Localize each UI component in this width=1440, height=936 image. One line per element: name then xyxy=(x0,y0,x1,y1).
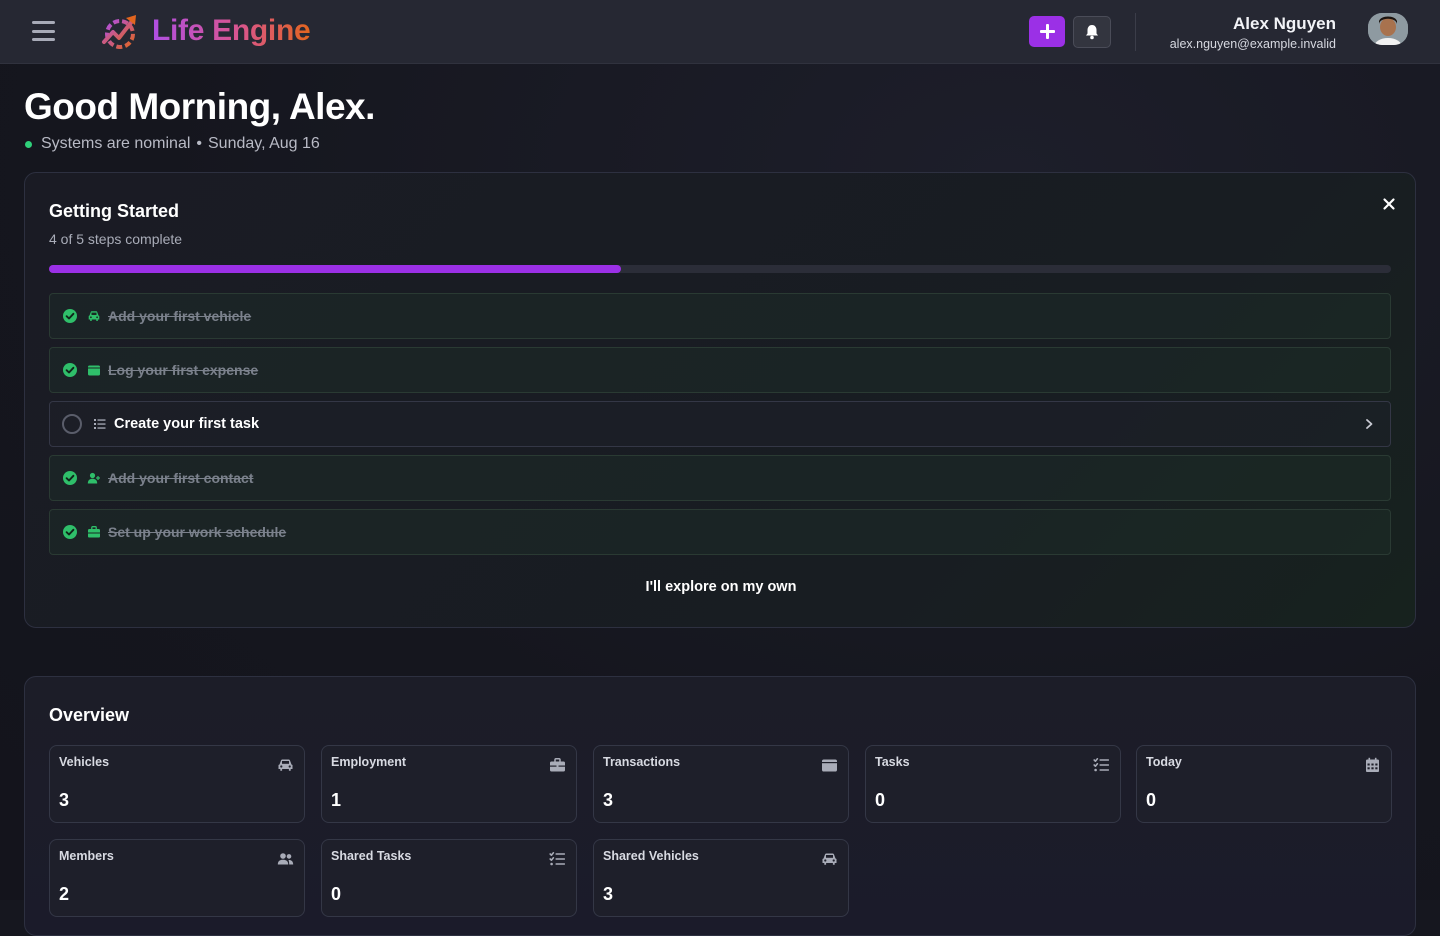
overview-card: Overview Vehicles 3 Employment 1 Transac… xyxy=(24,676,1416,936)
status-dot-icon xyxy=(25,140,32,148)
brand-name: Life Engine xyxy=(152,14,311,47)
top-bar: Life Engine Alex Nguyen alex.nguyen@exam… xyxy=(0,0,1440,64)
bell-icon xyxy=(1086,25,1098,40)
stat-value: 0 xyxy=(1146,790,1157,810)
step-label: Log your first expense xyxy=(108,362,259,378)
step-label: Add your first vehicle xyxy=(108,308,252,324)
stat-tasks[interactable]: Tasks 0 xyxy=(865,745,1121,823)
quick-add-button[interactable] xyxy=(1029,16,1065,47)
stat-label: Employment xyxy=(331,755,407,769)
stat-value: 3 xyxy=(59,790,70,810)
stat-label: Tasks xyxy=(875,755,910,769)
tasks-icon xyxy=(94,419,106,429)
tasks-icon xyxy=(549,851,565,866)
progress-fill xyxy=(49,265,621,273)
briefcase-icon xyxy=(88,526,100,538)
stat-shared-tasks[interactable]: Shared Tasks 0 xyxy=(321,839,577,917)
user-plus-icon xyxy=(87,472,100,484)
car-icon xyxy=(88,311,100,321)
stat-value: 0 xyxy=(331,884,342,904)
check-circle-icon xyxy=(63,471,77,485)
stat-transactions[interactable]: Transactions 3 xyxy=(593,745,849,823)
car-icon xyxy=(822,853,837,865)
car-icon xyxy=(278,759,293,771)
stat-label: Today xyxy=(1146,755,1182,769)
step-add-vehicle[interactable]: Add your first vehicle xyxy=(49,293,1391,339)
stat-label: Shared Vehicles xyxy=(603,849,699,863)
stat-value: 3 xyxy=(603,790,614,810)
stat-employment[interactable]: Employment 1 xyxy=(321,745,577,823)
overview-title: Overview xyxy=(49,705,130,725)
users-icon xyxy=(277,853,294,865)
briefcase-icon xyxy=(550,758,565,772)
stat-today[interactable]: Today 0 xyxy=(1136,745,1392,823)
calendar-icon xyxy=(1366,757,1379,772)
stat-members[interactable]: Members 2 xyxy=(49,839,305,917)
step-create-task[interactable]: Create your first task xyxy=(49,401,1391,447)
stat-value: 2 xyxy=(59,884,70,904)
logo-icon xyxy=(102,15,136,49)
step-add-contact[interactable]: Add your first contact xyxy=(49,455,1391,501)
stat-vehicles[interactable]: Vehicles 3 xyxy=(49,745,305,823)
step-label: Create your first task xyxy=(114,416,260,432)
step-log-expense[interactable]: Log your first expense xyxy=(49,347,1391,393)
wallet-icon xyxy=(88,365,100,376)
system-status: Systems are nominal xyxy=(41,135,191,152)
stat-value: 3 xyxy=(603,884,614,904)
explore-own-button[interactable]: I'll explore on my own xyxy=(25,579,1417,595)
chevron-right-icon xyxy=(1366,419,1373,429)
stat-label: Shared Tasks xyxy=(331,849,412,863)
user-email: alex.nguyen@example.invalid xyxy=(1169,37,1336,51)
getting-started-subtitle: 4 of 5 steps complete xyxy=(49,231,183,247)
separator: • xyxy=(196,135,202,152)
tasks-icon xyxy=(1093,757,1109,772)
check-circle-icon xyxy=(63,363,77,377)
stat-value: 0 xyxy=(875,790,886,810)
empty-circle-icon xyxy=(62,414,82,434)
check-circle-icon xyxy=(63,309,77,323)
status-line: Systems are nominal • Sunday, Aug 16 xyxy=(24,135,320,153)
step-label: Set up your work schedule xyxy=(108,524,287,540)
step-work-schedule[interactable]: Set up your work schedule xyxy=(49,509,1391,555)
user-name: Alex Nguyen xyxy=(1233,14,1336,33)
avatar[interactable] xyxy=(1368,13,1408,45)
stat-label: Transactions xyxy=(603,755,681,769)
current-date: Sunday, Aug 16 xyxy=(208,135,320,152)
getting-started-title: Getting Started xyxy=(49,201,180,221)
check-circle-icon xyxy=(63,525,77,539)
notifications-button[interactable] xyxy=(1073,16,1111,48)
stat-value: 1 xyxy=(331,790,342,810)
progress-bar xyxy=(49,265,1391,273)
getting-started-card: Getting Started 4 of 5 steps complete Ad… xyxy=(24,172,1416,628)
hamburger-icon[interactable] xyxy=(32,21,55,41)
stat-shared-vehicles[interactable]: Shared Vehicles 3 xyxy=(593,839,849,917)
header-divider xyxy=(1135,13,1136,51)
page-title: Good Morning, Alex. xyxy=(24,86,375,127)
stat-label: Members xyxy=(59,849,114,863)
step-label: Add your first contact xyxy=(108,470,254,486)
stat-label: Vehicles xyxy=(59,755,110,769)
plus-icon xyxy=(1039,24,1055,39)
avatar-image xyxy=(1368,13,1408,45)
wallet-icon xyxy=(822,759,837,772)
close-icon[interactable] xyxy=(1381,196,1397,212)
